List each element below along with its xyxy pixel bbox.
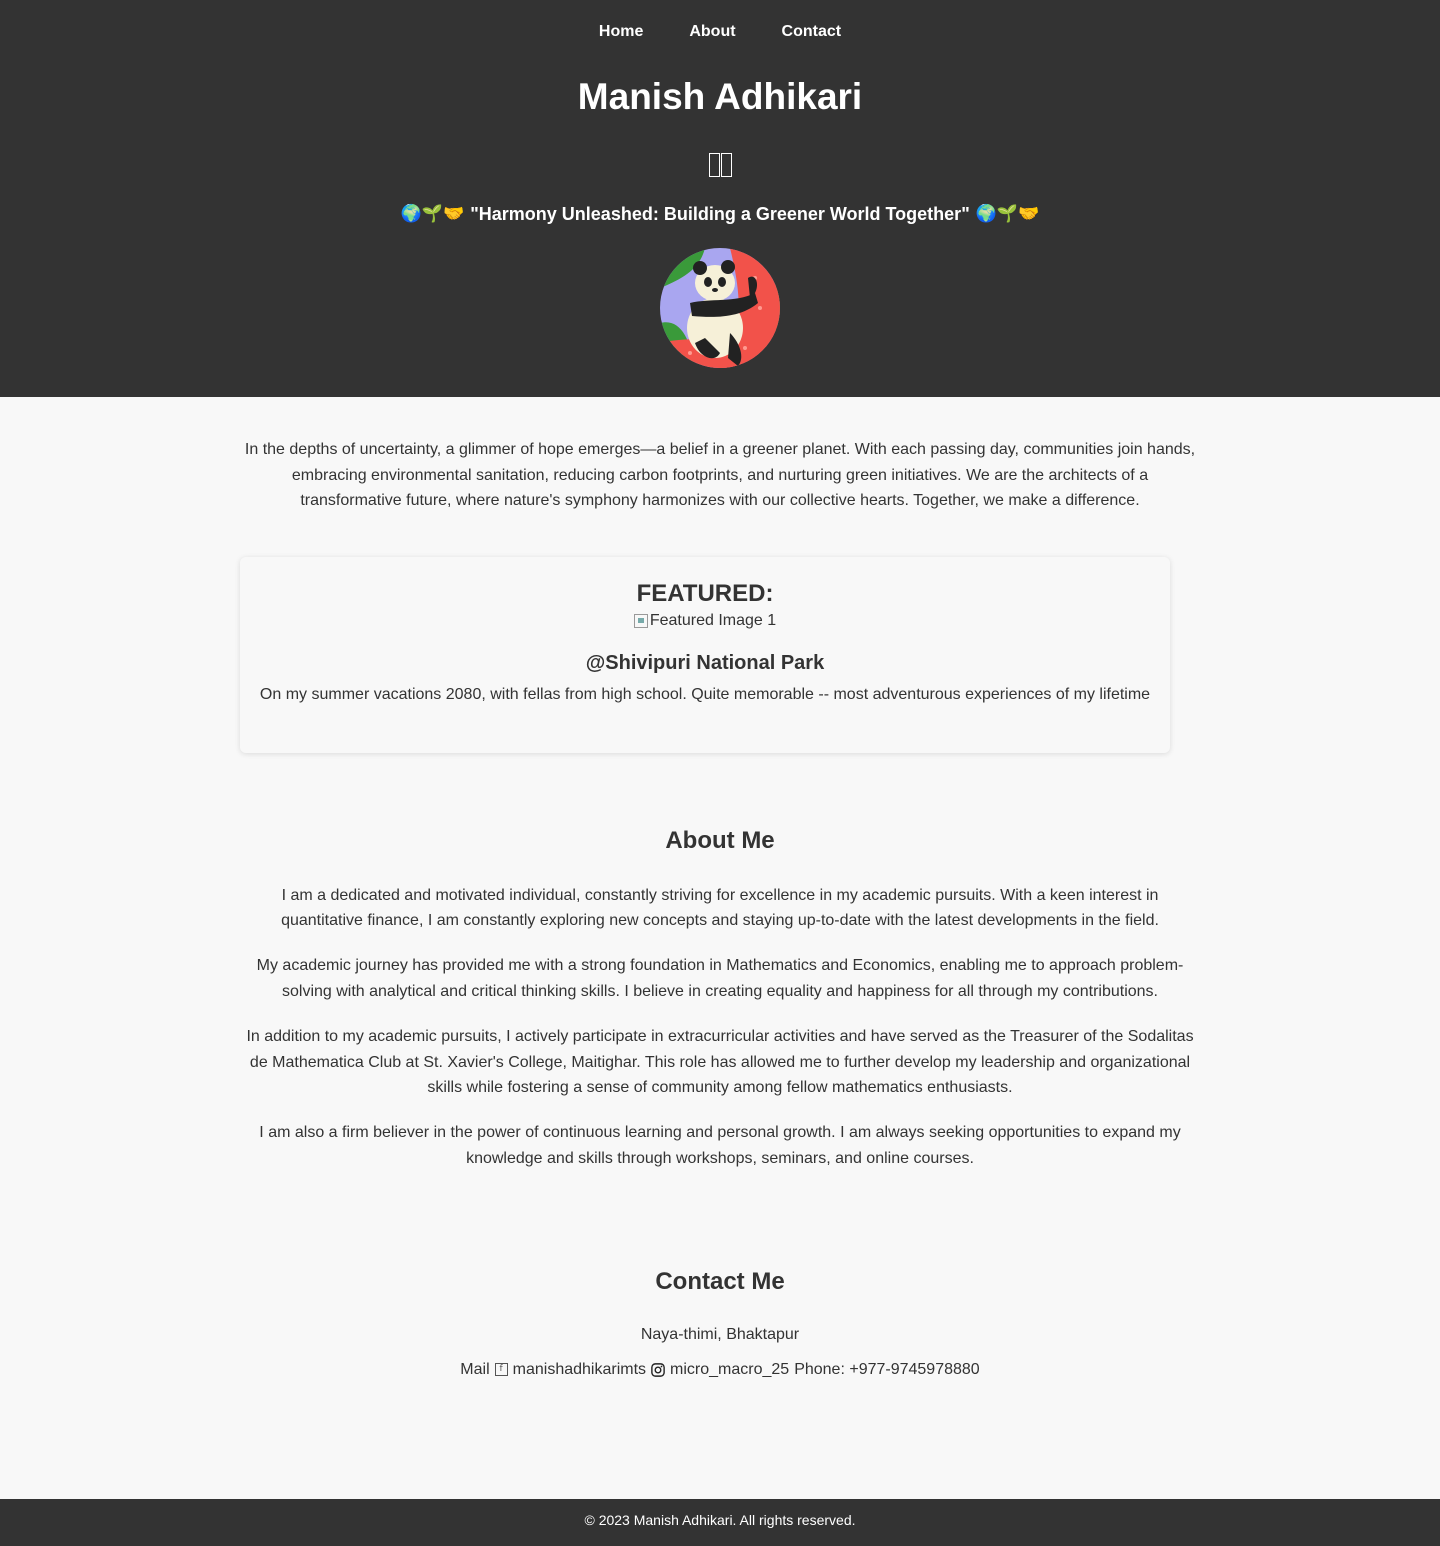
featured-card: FEATURED: Featured Image 1 @Shivipuri Na… bbox=[240, 556, 1170, 753]
about-heading: About Me bbox=[665, 826, 775, 854]
about-paragraph: I am also a firm believer in the power o… bbox=[259, 1124, 1181, 1168]
tagline-text: "Harmony Unleashed: Building a Greener W… bbox=[470, 204, 970, 224]
featured-image: Featured Image 1 bbox=[633, 611, 777, 630]
about-section: About Me I am a dedicated and motivated … bbox=[240, 826, 1200, 1172]
contact-section: Contact Me Naya-thimi, Bhaktapur Mail f … bbox=[240, 1267, 1200, 1381]
avatar bbox=[660, 248, 780, 368]
instagram-icon[interactable] bbox=[651, 1362, 665, 1377]
main-content: In the depths of uncertainty, a glimmer … bbox=[240, 437, 1200, 1381]
tagline-emoji-left: 🌍🌱🤝 bbox=[400, 204, 465, 224]
featured-heading: FEATURED: bbox=[636, 579, 774, 607]
site-title: Manish Adhikari bbox=[577, 76, 863, 117]
tagline: 🌍🌱🤝 "Harmony Unleashed: Building a Green… bbox=[0, 202, 1440, 226]
tagline-emoji-right: 🌍🌱🤝 bbox=[975, 204, 1040, 224]
contact-heading: Contact Me bbox=[655, 1267, 785, 1295]
nav-about-link[interactable]: About bbox=[666, 23, 758, 41]
instagram-link[interactable]: micro_macro_25 bbox=[670, 1359, 789, 1381]
missing-glyph-icon bbox=[0, 150, 1440, 180]
contact-links: Mail f manishadhikarimts micro_macro_25 … bbox=[240, 1359, 1200, 1381]
nav-home-link[interactable]: Home bbox=[576, 23, 666, 41]
phone-number: Phone: +977-9745978880 bbox=[794, 1360, 980, 1378]
featured-caption: On my summer vacations 2080, with fellas… bbox=[259, 685, 1151, 703]
about-paragraph: In addition to my academic pursuits, I a… bbox=[246, 1028, 1194, 1097]
about-paragraph: I am a dedicated and motivated individua… bbox=[281, 886, 1159, 930]
facebook-icon[interactable]: f bbox=[494, 1363, 508, 1377]
nav-contact-link[interactable]: Contact bbox=[759, 23, 865, 41]
about-paragraph: My academic journey has provided me with… bbox=[256, 957, 1184, 1001]
site-header: Home About Contact Manish Adhikari 🌍🌱🤝 "… bbox=[0, 0, 1440, 397]
contact-address: Naya-thimi, Bhaktapur bbox=[640, 1325, 800, 1343]
featured-title: @Shivipuri National Park bbox=[585, 651, 825, 674]
intro-paragraph: In the depths of uncertainty, a glimmer … bbox=[244, 441, 1196, 510]
broken-image-icon bbox=[633, 613, 648, 628]
featured-image-alt: Featured Image 1 bbox=[649, 611, 777, 629]
footer-copyright: © 2023 Manish Adhikari. All rights reser… bbox=[584, 1512, 856, 1528]
mail-link[interactable]: Mail bbox=[460, 1359, 489, 1381]
facebook-link[interactable]: manishadhikarimts bbox=[513, 1359, 646, 1381]
site-footer: © 2023 Manish Adhikari. All rights reser… bbox=[0, 1499, 1440, 1546]
main-nav: Home About Contact bbox=[0, 1, 1440, 63]
panda-avatar-image bbox=[660, 248, 780, 368]
